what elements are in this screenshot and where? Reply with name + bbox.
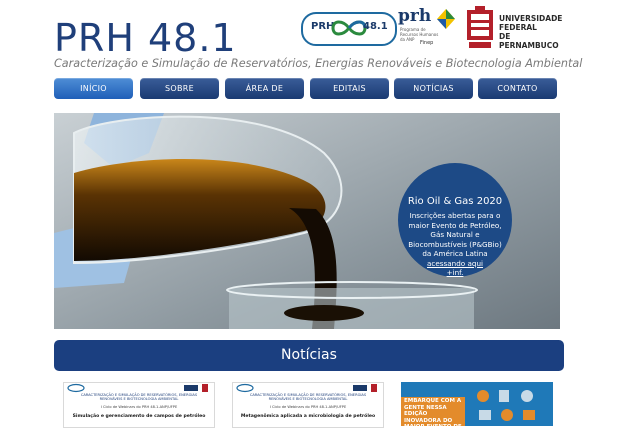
nav-area-de-atuacao[interactable]: ÁREA DE ATUAÇÃO [225, 78, 304, 114]
nav-sobre[interactable]: SOBRE [140, 78, 219, 99]
promo-more-link[interactable]: +inf. [447, 268, 464, 277]
promo-description: Inscrições abertas para o maior Evento d… [408, 211, 502, 258]
promo-title: Rio Oil & Gas 2020 [407, 196, 503, 207]
ufpe-crest-icon [467, 6, 493, 48]
news-card-promo[interactable]: EMBARQUE COM A GENTE NESSA EDIÇÃO INOVAD… [401, 382, 553, 426]
news-card-logos [67, 383, 208, 393]
ufpe-logo[interactable]: UNIVERSIDADE FEDERAL DE PERNAMBUCO [463, 6, 563, 54]
promo-body: Inscrições abertas para o maior Evento d… [404, 211, 506, 278]
site-title[interactable]: PRH 48.1 [54, 16, 237, 60]
promo-banner-text: EMBARQUE COM A GENTE NESSA EDIÇÃO INOVAD… [404, 398, 462, 426]
main-nav: INÍCIO SOBRE ÁREA DE ATUAÇÃO EDITAIS NOT… [54, 78, 560, 114]
ufpe-line-2: FEDERAL [499, 23, 537, 32]
news-card-header: CARACTERIZAÇÃO E SIMULAÇÃO DE RESERVATÓR… [80, 393, 198, 402]
promo-link[interactable]: acessando aqui [427, 259, 483, 268]
news-card[interactable]: CARACTERIZAÇÃO E SIMULAÇÃO DE RESERVATÓR… [232, 382, 384, 428]
ufpe-name: UNIVERSIDADE FEDERAL DE PERNAMBUCO [499, 14, 562, 50]
news-card[interactable]: CARACTERIZAÇÃO E SIMULAÇÃO DE RESERVATÓR… [63, 382, 215, 428]
event-promo-badge[interactable]: Rio Oil & Gas 2020 Inscrições abertas pa… [398, 163, 512, 277]
promo-banner-box: EMBARQUE COM A GENTE NESSA EDIÇÃO INOVAD… [401, 397, 465, 426]
news-card-header: CARACTERIZAÇÃO E SIMULAÇÃO DE RESERVATÓR… [249, 393, 367, 402]
ufpe-line-1: UNIVERSIDADE [499, 14, 563, 23]
ufpe-line-3: DE [499, 32, 511, 41]
nav-editais[interactable]: EDITAIS [310, 78, 389, 99]
nav-inicio[interactable]: INÍCIO [54, 78, 133, 99]
site-subtitle: Caracterização e Simulação de Reservatór… [54, 57, 583, 70]
news-section-heading: Notícias [54, 340, 564, 371]
news-card-cycle: I Ciclo de Webinars do PRH 48.1-ANP/UFPE [269, 405, 347, 409]
news-card-title: Metagenômica aplicada a microbiologia de… [240, 414, 376, 419]
prh-logo[interactable]: PRH 48.1 [301, 12, 397, 46]
news-card-cycle: I Ciclo de Webinars do PRH 48.1-ANP/UFPE [100, 405, 178, 409]
ufpe-line-4: PERNAMBUCO [499, 41, 559, 50]
oil-gas-icons-graphic [477, 390, 535, 421]
anp-prh-logo[interactable]: prh Programa de Recursos Humanos da ANP … [398, 6, 458, 48]
news-card-logos [236, 383, 377, 393]
news-card-title: Simulação e gerenciamento de campos de p… [72, 414, 206, 419]
prh-logo-right-text: 48.1 [363, 21, 388, 32]
nav-noticias[interactable]: NOTÍCIAS [394, 78, 473, 99]
anp-prh-logo-text: prh [398, 6, 432, 26]
finep-label: Finep [420, 40, 434, 46]
nav-contato[interactable]: CONTATO [478, 78, 557, 99]
